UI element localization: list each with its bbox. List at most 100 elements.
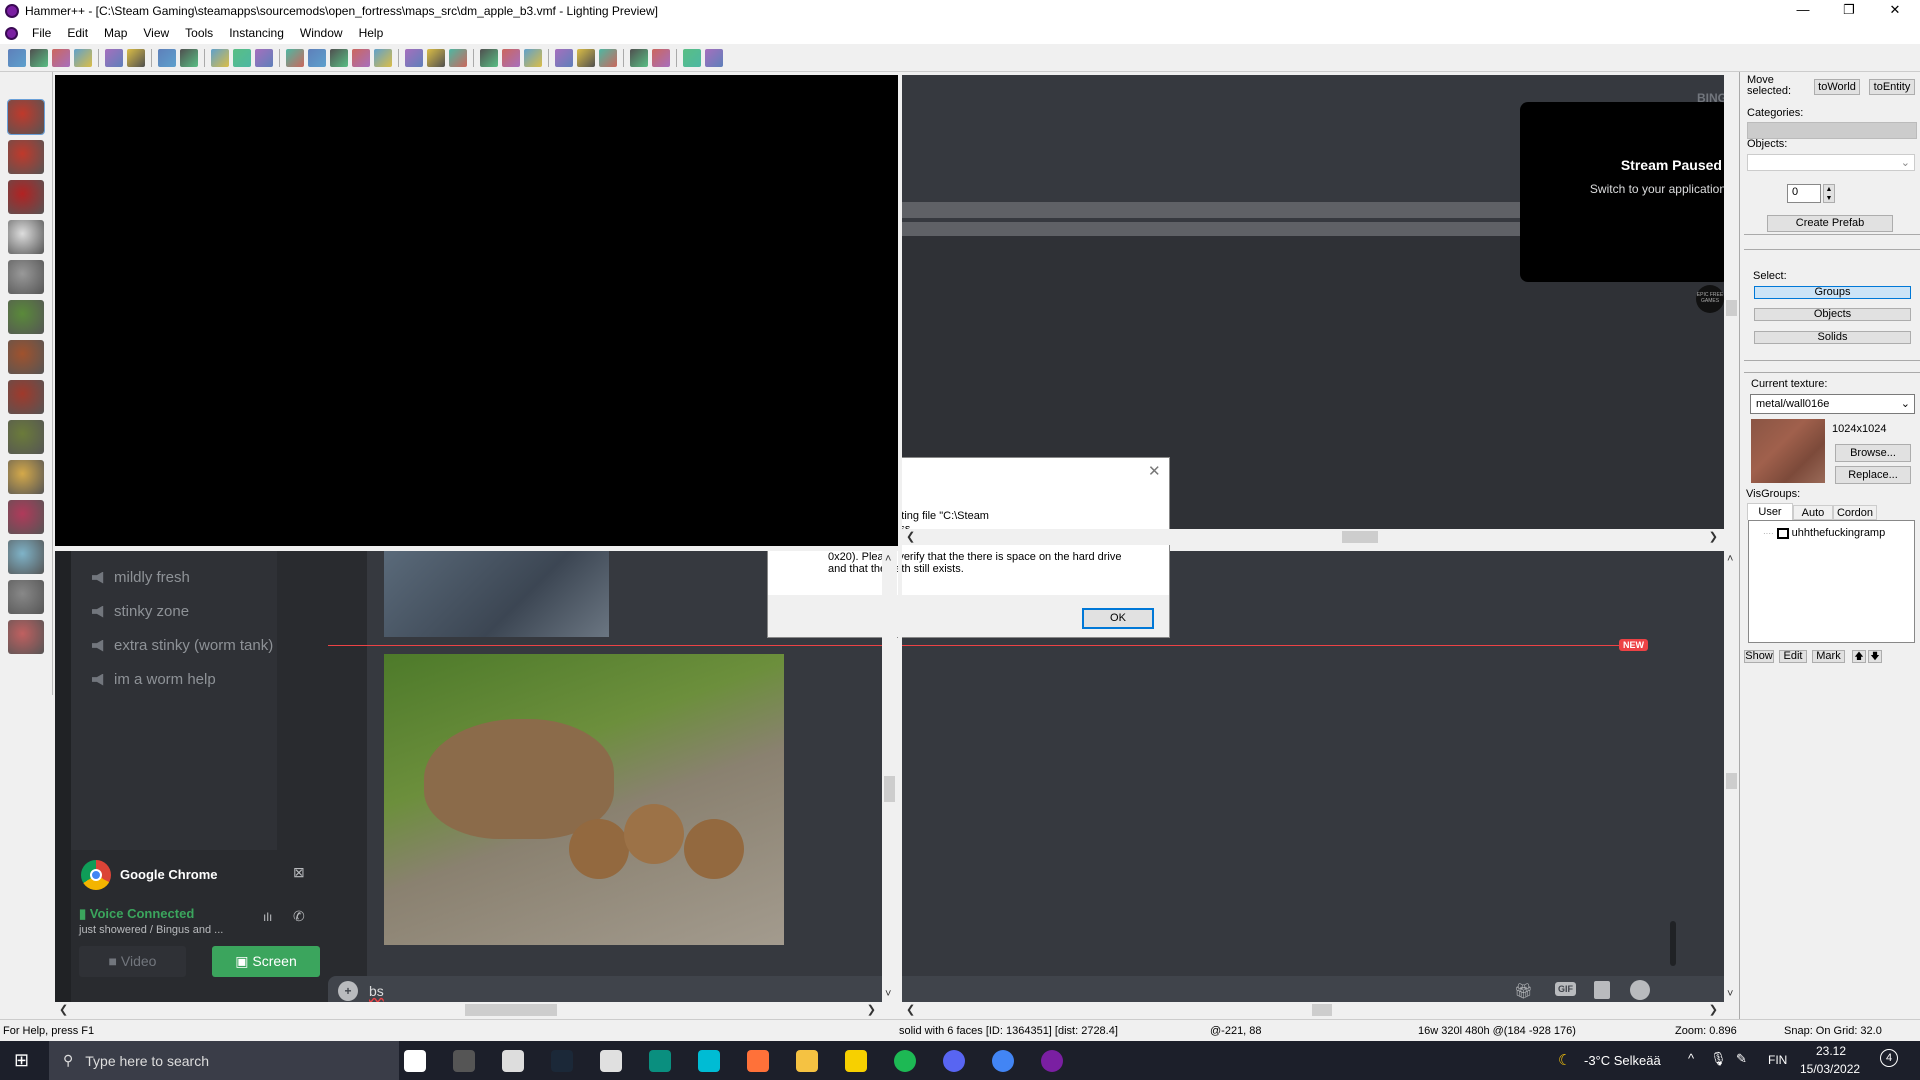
viewport-splitter-v[interactable] bbox=[898, 75, 902, 1019]
grid-larger-icon[interactable] bbox=[74, 48, 92, 67]
browse-button[interactable]: Browse... bbox=[1835, 444, 1911, 462]
menu-window[interactable]: Window bbox=[292, 26, 351, 40]
tray-chevron-icon[interactable]: ^ bbox=[1688, 1051, 1694, 1066]
noise-suppression-icon[interactable]: ılı bbox=[263, 910, 272, 924]
horizontal-scrollbar[interactable]: ❮ ❯ bbox=[902, 529, 1724, 545]
app-p-taskbar-icon[interactable] bbox=[649, 1050, 671, 1072]
gif-icon[interactable]: GIF bbox=[1555, 982, 1576, 996]
edit-button[interactable]: Edit bbox=[1779, 650, 1807, 663]
decal-tool-icon[interactable] bbox=[8, 380, 44, 414]
magnify-tool-icon[interactable] bbox=[8, 140, 44, 174]
instance-icon[interactable] bbox=[255, 48, 273, 67]
visgroup-item[interactable]: ···· uhhthefuckingramp bbox=[1763, 527, 1885, 539]
disconnect-icon[interactable]: ✆ bbox=[293, 908, 305, 925]
apply-texture-tool-icon[interactable] bbox=[8, 340, 44, 374]
menu-help[interactable]: Help bbox=[351, 26, 392, 40]
unhide-icon[interactable] bbox=[180, 48, 198, 67]
vertical-scrollbar[interactable]: ˄ ˅ bbox=[882, 551, 897, 1002]
file-manager-taskbar-icon[interactable] bbox=[502, 1050, 524, 1072]
channel-mildly-fresh[interactable]: mildly fresh bbox=[92, 569, 190, 586]
dialog-close-icon[interactable]: ✕ bbox=[1148, 462, 1161, 480]
horizontal-scrollbar[interactable]: ❮ ❯ bbox=[55, 1002, 898, 1018]
vertical-scrollbar[interactable] bbox=[1724, 75, 1739, 529]
vertex-tool-icon[interactable] bbox=[8, 500, 44, 534]
entity-tool-icon[interactable] bbox=[8, 220, 44, 254]
texture-preview[interactable] bbox=[1751, 419, 1825, 483]
microphone-icon[interactable]: 🎙︎ bbox=[1710, 1051, 1727, 1067]
task-view-taskbar-icon[interactable] bbox=[404, 1050, 426, 1072]
add-attachment-icon[interactable]: + bbox=[338, 981, 358, 1001]
voice-channel-name[interactable]: just showered / Bingus and ... bbox=[79, 924, 223, 936]
3d-grid-icon[interactable] bbox=[30, 48, 48, 67]
stop-stream-icon[interactable]: ⊠ bbox=[293, 864, 305, 881]
horizontal-scrollbar[interactable]: ❮ ❯ bbox=[902, 1002, 1724, 1018]
previous-image[interactable] bbox=[384, 551, 609, 637]
cordon-3-icon[interactable] bbox=[330, 48, 348, 67]
carve-icon[interactable] bbox=[211, 48, 229, 67]
prefab-count-input[interactable]: 0 bbox=[1787, 184, 1821, 203]
obs-taskbar-icon[interactable] bbox=[453, 1050, 475, 1072]
chrome-taskbar-icon[interactable] bbox=[992, 1050, 1014, 1072]
visgroup-tab-user[interactable]: User bbox=[1747, 503, 1793, 520]
emoji-icon[interactable] bbox=[1630, 980, 1650, 1000]
sprinkle-tool-icon[interactable] bbox=[8, 580, 44, 614]
toggle-models-icon[interactable] bbox=[577, 48, 595, 67]
pen-icon[interactable]: ✎ bbox=[1736, 1051, 1747, 1067]
create-prefab-button[interactable]: Create Prefab bbox=[1767, 215, 1893, 232]
select-objects-button[interactable]: Objects bbox=[1754, 308, 1911, 321]
objects-dropdown[interactable]: ⌄ bbox=[1747, 154, 1915, 171]
selection-outline-icon[interactable] bbox=[524, 48, 542, 67]
show-button[interactable]: Show bbox=[1744, 650, 1774, 663]
discord-taskbar-icon[interactable] bbox=[943, 1050, 965, 1072]
select-solids-button[interactable]: Solids bbox=[1754, 331, 1911, 344]
message-input[interactable]: + bs bbox=[328, 976, 882, 1002]
clock-time[interactable]: 23.12 bbox=[1816, 1044, 1846, 1058]
ungroup-icon[interactable] bbox=[127, 48, 145, 67]
minimize-button[interactable]: — bbox=[1780, 0, 1826, 22]
hammer-menu-icon[interactable] bbox=[5, 26, 18, 40]
grid-toggle-icon[interactable] bbox=[8, 48, 26, 67]
sticker-icon[interactable] bbox=[1594, 981, 1610, 999]
copy-icon[interactable] bbox=[427, 48, 445, 67]
video-button[interactable]: ■ Video bbox=[79, 946, 186, 977]
steam-taskbar-icon[interactable] bbox=[551, 1050, 573, 1072]
viewport-splitter-h[interactable] bbox=[55, 546, 898, 551]
epic-avatar[interactable]: EPIC FREE GAMES bbox=[1696, 285, 1724, 313]
menu-map[interactable]: Map bbox=[96, 26, 135, 40]
cordon-5-icon[interactable] bbox=[374, 48, 392, 67]
texture-scale-lock-icon[interactable] bbox=[502, 48, 520, 67]
gift-icon[interactable]: 🎁︎ bbox=[1514, 982, 1533, 1000]
undo-icon[interactable] bbox=[683, 48, 701, 67]
to-world-button[interactable]: toWorld bbox=[1814, 79, 1860, 95]
visgroup-checkbox[interactable] bbox=[1776, 527, 1789, 539]
maximize-button[interactable]: ❐ bbox=[1826, 0, 1872, 22]
move-down-button[interactable]: 🡇 bbox=[1868, 650, 1882, 663]
hide-icon[interactable] bbox=[158, 48, 176, 67]
menu-edit[interactable]: Edit bbox=[59, 26, 96, 40]
cordon-1-icon[interactable] bbox=[286, 48, 304, 67]
displacement-tool-icon[interactable] bbox=[8, 620, 44, 654]
sticky-notes-taskbar-icon[interactable] bbox=[845, 1050, 867, 1072]
path-tool-icon[interactable] bbox=[8, 540, 44, 574]
move-up-button[interactable]: 🡅 bbox=[1852, 650, 1866, 663]
grid-smaller-icon[interactable] bbox=[52, 48, 70, 67]
texture-tool-icon[interactable] bbox=[8, 300, 44, 334]
categories-dropdown[interactable] bbox=[1747, 122, 1917, 139]
ok-button[interactable]: OK bbox=[1082, 608, 1154, 629]
replace-button[interactable]: Replace... bbox=[1835, 466, 1911, 484]
clock-date[interactable]: 15/03/2022 bbox=[1800, 1062, 1860, 1076]
block-tool-icon[interactable] bbox=[8, 260, 44, 294]
app-bolt-taskbar-icon[interactable] bbox=[698, 1050, 720, 1072]
paste-icon[interactable] bbox=[449, 48, 467, 67]
viewport-bottom-left[interactable]: mildly fresh stinky zone extra stinky (w… bbox=[55, 551, 882, 1002]
overlay-tool-icon[interactable] bbox=[8, 420, 44, 454]
clip-tool-icon[interactable] bbox=[8, 460, 44, 494]
capybara-image[interactable] bbox=[384, 654, 784, 945]
screen-button[interactable]: ▣ Screen bbox=[212, 946, 320, 977]
notification-center-icon[interactable]: 4 bbox=[1880, 1049, 1898, 1067]
group-icon[interactable] bbox=[105, 48, 123, 67]
camera-tool-icon[interactable] bbox=[8, 180, 44, 214]
menu-instancing[interactable]: Instancing bbox=[221, 26, 292, 40]
selection-tool-icon[interactable] bbox=[7, 99, 45, 135]
message-input-text[interactable]: bs bbox=[369, 983, 384, 999]
